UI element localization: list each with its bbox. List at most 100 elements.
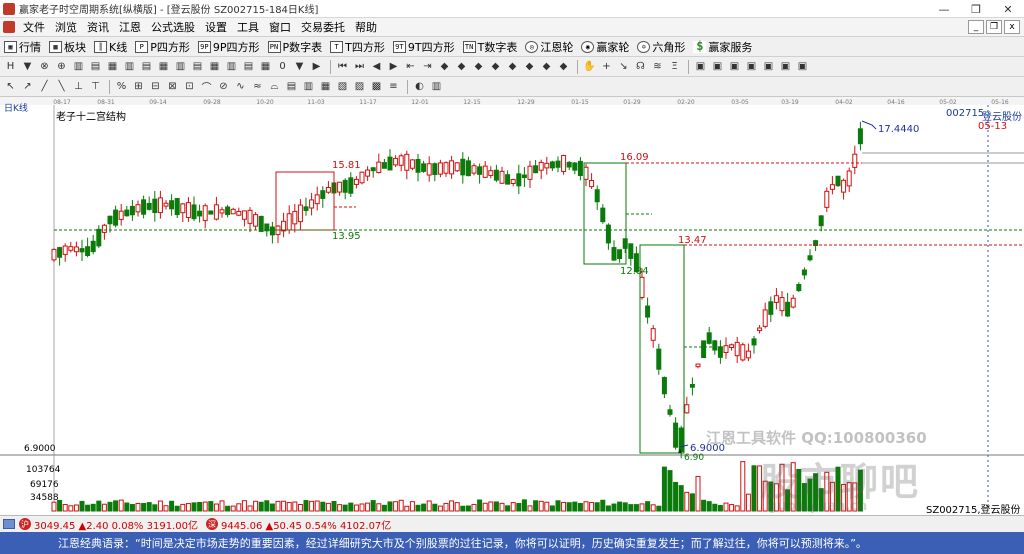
menu-trade[interactable]: 交易委托: [296, 19, 350, 35]
chart-tool-icon[interactable]: ▣: [744, 59, 759, 74]
chart-tool-icon[interactable]: ▤: [139, 59, 154, 74]
toolbar-button-t-square[interactable]: T T四方形: [330, 39, 385, 55]
chart-tool-icon[interactable]: ◆: [505, 59, 520, 74]
restore-button[interactable]: ❐: [960, 0, 992, 18]
toolbar-button-tn[interactable]: TN T数字表: [462, 39, 517, 55]
chart-tool-icon[interactable]: ▣: [693, 59, 708, 74]
menu-help[interactable]: 帮助: [350, 19, 382, 35]
chart-tool-icon[interactable]: ▥: [224, 59, 239, 74]
menu-file[interactable]: 文件: [18, 19, 50, 35]
draw-tool-icon[interactable]: ↖: [3, 79, 18, 94]
draw-tool-icon[interactable]: %: [114, 79, 129, 94]
draw-tool-icon[interactable]: ⊠: [165, 79, 180, 94]
chart-tool-icon[interactable]: ⊗: [37, 59, 52, 74]
toolbar-button-gann-wheel[interactable]: ◎ 江恩轮: [525, 39, 573, 55]
chart-tool-icon[interactable]: ▣: [710, 59, 725, 74]
mdi-restore-button[interactable]: ❐: [986, 20, 1002, 34]
chart-tool-icon[interactable]: ▣: [795, 59, 810, 74]
mdi-close-button[interactable]: x: [1004, 20, 1020, 34]
chart-tool-icon[interactable]: ☊: [633, 59, 648, 74]
chart-tool-icon[interactable]: ▦: [105, 59, 120, 74]
draw-tool-icon[interactable]: ⌓: [267, 79, 282, 94]
chart-tool-icon[interactable]: ◆: [539, 59, 554, 74]
chart-tool-icon[interactable]: ▣: [761, 59, 776, 74]
draw-tool-icon[interactable]: ▦: [318, 79, 333, 94]
menu-settings[interactable]: 设置: [200, 19, 232, 35]
chart-tool-icon[interactable]: ⏮: [335, 59, 350, 74]
chart-tool-icon[interactable]: ▦: [156, 59, 171, 74]
close-button[interactable]: ✕: [992, 0, 1024, 18]
toolbar-button-p-square[interactable]: P P四方形: [135, 39, 190, 55]
draw-tool-icon[interactable]: ≈: [250, 79, 265, 94]
chart-tool-icon[interactable]: ▥: [173, 59, 188, 74]
draw-tool-icon[interactable]: ⊟: [148, 79, 163, 94]
draw-tool-icon[interactable]: ╲: [54, 79, 69, 94]
toolbar-button-9t-square[interactable]: 9T 9T四方形: [392, 39, 455, 55]
chart-tool-icon[interactable]: ◆: [488, 59, 503, 74]
chart-tool-icon[interactable]: ◆: [556, 59, 571, 74]
chart-tool-icon[interactable]: ◆: [471, 59, 486, 74]
kline-chart[interactable]: 08-17 08-31 09-14 09-28 10-20 11-03 11-17 12-01…: [0, 97, 1024, 516]
chart-tool-icon[interactable]: ◆: [437, 59, 452, 74]
minimize-button[interactable]: —: [928, 0, 960, 18]
menu-browse[interactable]: 浏览: [50, 19, 82, 35]
draw-tool-icon[interactable]: ◐: [412, 79, 427, 94]
chart-tool-icon[interactable]: ▤: [190, 59, 205, 74]
toolbar-button-blocks[interactable]: ▩ 板块: [49, 39, 86, 55]
chart-tool-icon[interactable]: +: [599, 59, 614, 74]
draw-tool-icon[interactable]: ⊤: [88, 79, 103, 94]
chart-tool-icon[interactable]: ⊕: [54, 59, 69, 74]
draw-tool-icon[interactable]: ▨: [352, 79, 367, 94]
toolbar-button-9p-square[interactable]: 9P 9P四方形: [197, 39, 260, 55]
chart-tool-icon[interactable]: ⏭: [352, 59, 367, 74]
chart-tool-icon[interactable]: ▣: [727, 59, 742, 74]
chart-tool-icon[interactable]: ▼: [292, 59, 307, 74]
draw-tool-icon[interactable]: ⊥: [71, 79, 86, 94]
chart-tool-icon[interactable]: ⇥: [420, 59, 435, 74]
grid-icon[interactable]: [3, 519, 15, 529]
menu-info[interactable]: 资讯: [82, 19, 114, 35]
menu-formula[interactable]: 公式选股: [146, 19, 200, 35]
chart-tool-icon[interactable]: ▣: [778, 59, 793, 74]
chart-tool-icon[interactable]: ▤: [88, 59, 103, 74]
draw-tool-icon[interactable]: ∿: [233, 79, 248, 94]
chart-tool-icon[interactable]: ≋: [650, 59, 665, 74]
chart-tab-label[interactable]: 日K线: [4, 101, 28, 114]
chart-tool-icon[interactable]: ▤: [241, 59, 256, 74]
chart-tool-icon[interactable]: H: [3, 59, 18, 74]
draw-tool-icon[interactable]: ▧: [335, 79, 350, 94]
sz-index[interactable]: 深 9445.06 ▲50.45 0.54% 4102.07亿: [205, 517, 391, 532]
toolbar-button-winner-wheel[interactable]: ◉ 赢家轮: [581, 39, 629, 55]
menu-gann[interactable]: 江恩: [114, 19, 146, 35]
draw-tool-icon[interactable]: ▩: [369, 79, 384, 94]
draw-tool-icon[interactable]: ⌒: [199, 79, 214, 94]
toolbar-button-dollar[interactable]: $ 赢家服务: [693, 39, 752, 55]
toolbar-button-grid[interactable]: ▦ 行情: [4, 39, 41, 55]
draw-tool-icon[interactable]: ⊘: [216, 79, 231, 94]
chart-tool-icon[interactable]: Ξ: [667, 59, 682, 74]
draw-tool-icon[interactable]: ≡: [386, 79, 401, 94]
chart-tool-icon[interactable]: ↘: [616, 59, 631, 74]
draw-tool-icon[interactable]: ⊞: [131, 79, 146, 94]
toolbar-button-candle[interactable]: ║ K线: [94, 39, 127, 55]
chart-tool-icon[interactable]: ▶: [386, 59, 401, 74]
chart-tool-icon[interactable]: ◀: [369, 59, 384, 74]
draw-tool-icon[interactable]: ▥: [429, 79, 444, 94]
chart-tool-icon[interactable]: ▥: [71, 59, 86, 74]
chart-tool-icon[interactable]: ▥: [122, 59, 137, 74]
menu-window[interactable]: 窗口: [264, 19, 296, 35]
chart-tool-icon[interactable]: ▼: [20, 59, 35, 74]
sh-index[interactable]: 沪 3049.45 ▲2.40 0.08% 3191.00亿: [19, 517, 198, 532]
chart-tool-icon[interactable]: ▦: [258, 59, 273, 74]
menu-tools[interactable]: 工具: [232, 19, 264, 35]
chart-tool-icon[interactable]: ◆: [454, 59, 469, 74]
chart-tool-icon[interactable]: ▶: [309, 59, 324, 74]
draw-tool-icon[interactable]: ▥: [301, 79, 316, 94]
chart-tool-icon[interactable]: ◆: [522, 59, 537, 74]
chart-tool-icon[interactable]: ▦: [207, 59, 222, 74]
draw-tool-icon[interactable]: ⊡: [182, 79, 197, 94]
draw-tool-icon[interactable]: ↗: [20, 79, 35, 94]
toolbar-button-hexagon[interactable]: ✡ 六角形: [637, 39, 685, 55]
draw-tool-icon[interactable]: ╱: [37, 79, 52, 94]
chart-tool-icon[interactable]: ✋: [582, 59, 597, 74]
